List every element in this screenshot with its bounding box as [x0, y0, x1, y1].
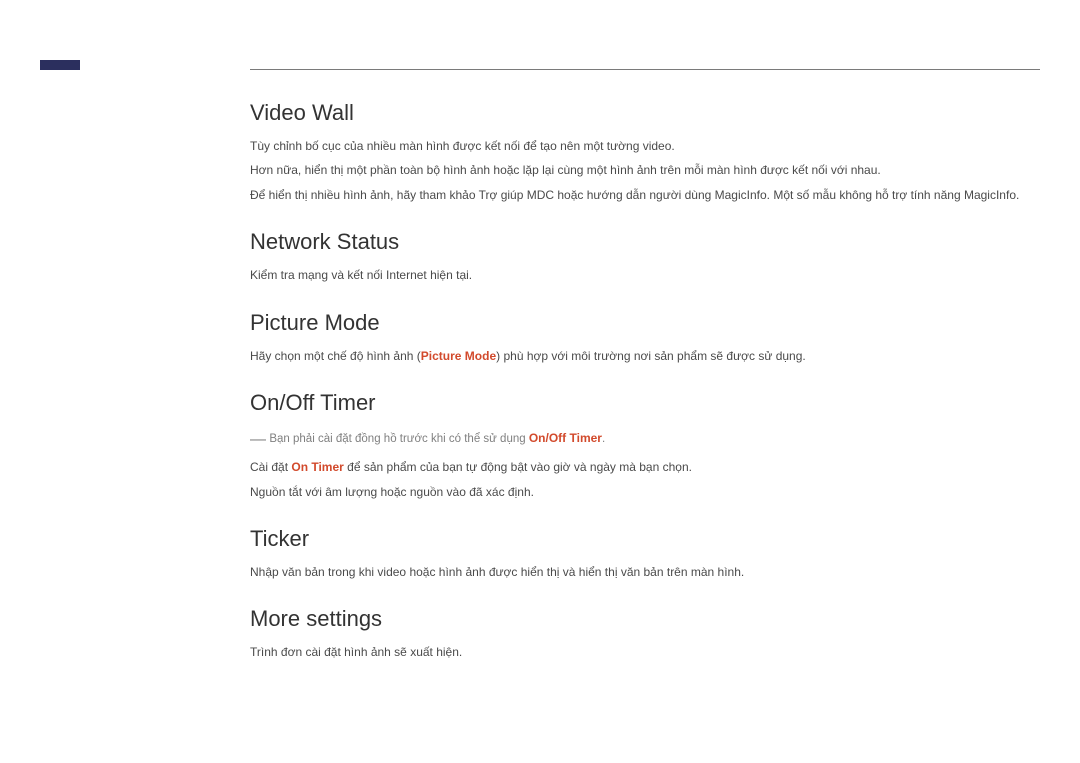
text-fragment: ) phù hợp với môi trường nơi sản phẩm sẽ… [496, 349, 806, 363]
heading-ticker: Ticker [250, 526, 1040, 552]
body-text: Tùy chỉnh bố cục của nhiều màn hình được… [250, 136, 1040, 156]
heading-on-off-timer: On/Off Timer [250, 390, 1040, 416]
note-fragment: Bạn phải cài đặt đồng hồ trước khi có th… [269, 433, 529, 445]
note-fragment: . [602, 433, 605, 445]
body-text: Hãy chọn một chế độ hình ảnh (Picture Mo… [250, 346, 1040, 366]
note-text: ― Bạn phải cài đặt đồng hồ trước khi có … [250, 426, 1040, 453]
body-text: Trình đơn cài đặt hình ảnh sẽ xuất hiện. [250, 642, 1040, 662]
body-text: Để hiển thị nhiều hình ảnh, hãy tham khả… [250, 185, 1040, 205]
emphasis-on-timer: On Timer [291, 460, 343, 474]
heading-network-status: Network Status [250, 229, 1040, 255]
body-text: Nguồn tắt với âm lượng hoặc nguồn vào đã… [250, 482, 1040, 502]
heading-more-settings: More settings [250, 606, 1040, 632]
header-divider [250, 69, 1040, 70]
heading-picture-mode: Picture Mode [250, 310, 1040, 336]
text-fragment: Hãy chọn một chế độ hình ảnh ( [250, 349, 421, 363]
header-accent-bar [40, 60, 80, 70]
heading-video-wall: Video Wall [250, 100, 1040, 126]
body-text: Hơn nữa, hiển thị một phần toàn bộ hình … [250, 160, 1040, 180]
note-dash-icon: ― [250, 431, 266, 448]
body-text: Nhập văn bản trong khi video hoặc hình ả… [250, 562, 1040, 582]
main-content: Video Wall Tùy chỉnh bố cục của nhiều mà… [250, 100, 1040, 663]
document-page: Video Wall Tùy chỉnh bố cục của nhiều mà… [0, 0, 1080, 707]
text-fragment: để sản phẩm của bạn tự động bật vào giờ … [344, 460, 692, 474]
emphasis-on-off-timer: On/Off Timer [529, 431, 602, 445]
text-fragment: Cài đặt [250, 460, 291, 474]
body-text: Cài đặt On Timer để sản phẩm của bạn tự … [250, 457, 1040, 477]
emphasis-picture-mode: Picture Mode [421, 349, 496, 363]
body-text: Kiểm tra mạng và kết nối Internet hiện t… [250, 265, 1040, 285]
